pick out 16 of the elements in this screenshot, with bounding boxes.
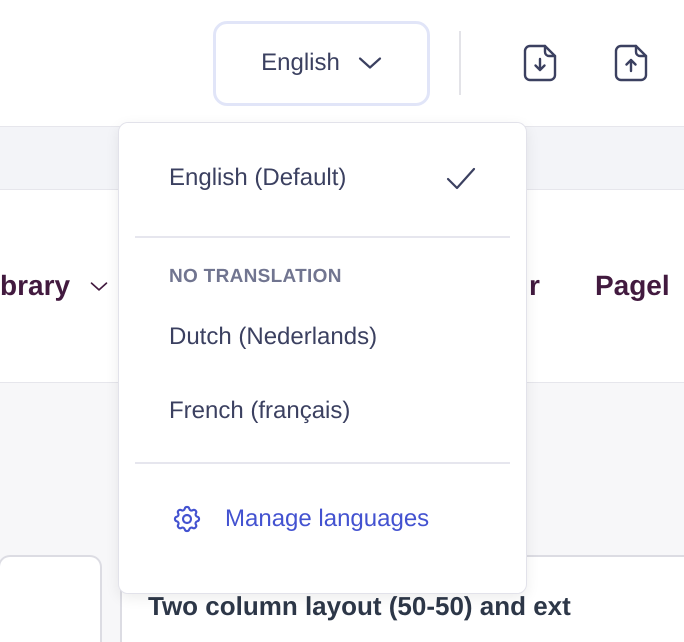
language-option[interactable]: Dutch (Nederlands) (119, 300, 526, 374)
manage-languages-link[interactable]: Manage languages (225, 505, 430, 533)
chevron-down-icon (358, 56, 382, 70)
file-download-icon[interactable] (523, 44, 557, 82)
section-header: NO TRANSLATION (168, 265, 342, 288)
nav-link[interactable]: brary (0, 270, 70, 302)
nav-link[interactable]: Pagel (594, 270, 670, 302)
checkmark-icon (446, 166, 476, 190)
chevron-down-icon (90, 280, 108, 292)
card-title: Two column layout (50-50) and ext (148, 591, 571, 621)
file-upload-icon[interactable] (614, 44, 648, 82)
settings-icon (171, 503, 203, 535)
language-option[interactable]: English (Default) (119, 141, 526, 215)
nav-link[interactable]: r (529, 270, 540, 302)
language-select[interactable]: English (213, 20, 430, 106)
language-option[interactable]: French (français) (119, 374, 526, 448)
